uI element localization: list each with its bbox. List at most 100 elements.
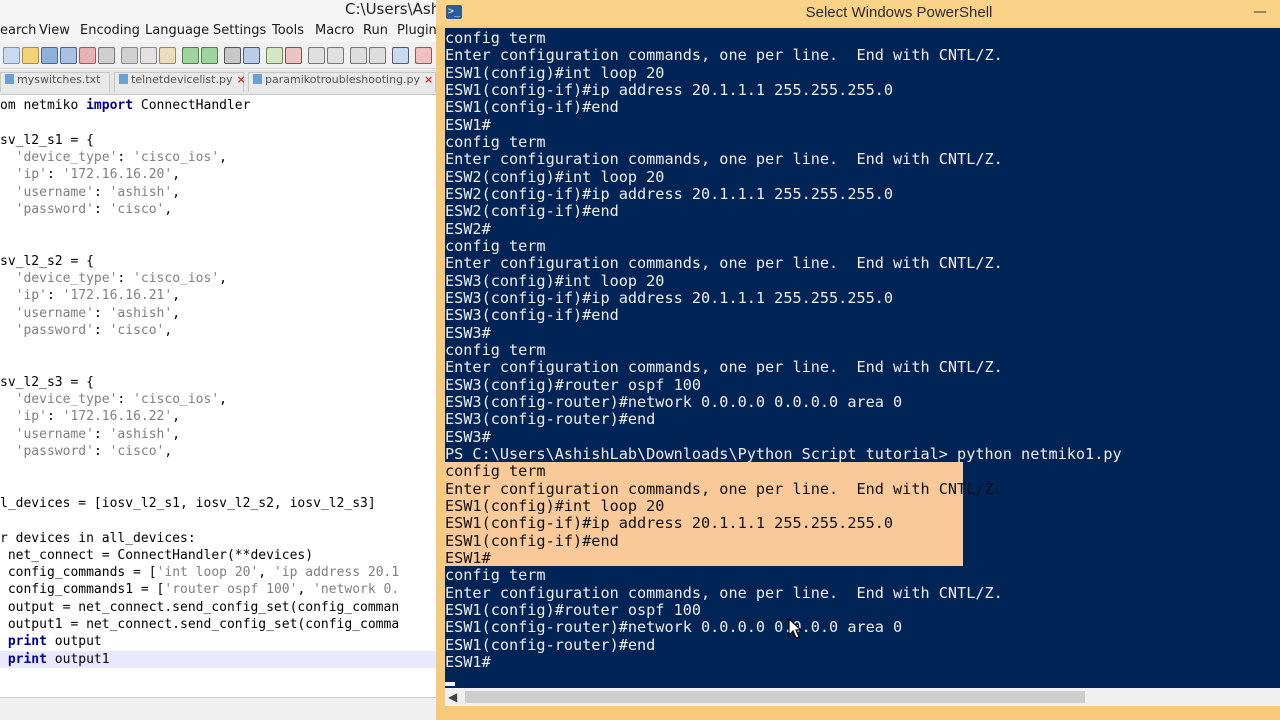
code-line: 'username': 'ashish', xyxy=(15,184,181,200)
tab-label: telnetdevicelist.py xyxy=(131,73,233,86)
powershell-console[interactable]: config term Enter configuration commands,… xyxy=(445,28,1280,688)
sync-scroll-icon[interactable] xyxy=(308,47,325,64)
menu-settings[interactable]: Settings xyxy=(213,23,266,38)
code-editor[interactable]: om netmiko import ConnectHandler sv_l2_s1… xyxy=(0,95,440,697)
file-icon xyxy=(119,74,128,84)
menu-plugins[interactable]: Plugins xyxy=(397,23,440,38)
horizontal-scrollbar[interactable]: ◀ xyxy=(445,688,1280,706)
new-file-icon[interactable] xyxy=(3,47,20,64)
console-line: PS C:\Users\AshishLab\Downloads\Python S… xyxy=(445,444,1122,463)
undo-icon[interactable] xyxy=(182,47,199,64)
console-line: ESW3(config)#int loop 20 xyxy=(445,271,665,290)
notepadpp-title: C:\Users\Ashish xyxy=(345,0,440,18)
indent-guide-icon[interactable] xyxy=(350,47,367,64)
tab-paramikotroubleshooting[interactable]: paramikotroubleshooting.py × xyxy=(248,72,436,92)
console-line: ESW2# xyxy=(445,219,491,238)
console-line: ESW1(config-if)#end xyxy=(445,98,619,117)
console-line: ESW1(config-router)#end xyxy=(445,635,656,654)
powershell-window[interactable]: >_ Select Windows PowerShell — config te… xyxy=(436,0,1280,720)
console-line: ESW3(config-router)#end xyxy=(445,410,656,429)
console-line: config term xyxy=(445,29,546,47)
tab-myswitches[interactable]: myswitches.txt xyxy=(0,72,110,92)
console-line: ESW2(config-if)#end xyxy=(445,202,619,221)
print-icon[interactable] xyxy=(98,47,115,64)
console-line: Enter configuration commands, one per li… xyxy=(445,254,1003,273)
console-line: ESW3# xyxy=(445,427,491,446)
scroll-left-icon[interactable]: ◀ xyxy=(448,690,457,704)
save-all-icon[interactable] xyxy=(60,47,77,64)
close-tab-icon[interactable]: × xyxy=(424,73,433,86)
show-all-chars-icon[interactable] xyxy=(369,47,386,64)
code-line: om netmiko import ConnectHandler xyxy=(0,98,251,113)
record-macro-icon[interactable] xyxy=(415,47,432,64)
menu-run[interactable]: Run xyxy=(363,23,388,38)
console-line: ESW1(config-if)#end xyxy=(445,531,619,550)
console-line: config term xyxy=(445,340,546,359)
notepadpp-statusbar xyxy=(0,697,440,720)
menu-tools[interactable]: Tools xyxy=(272,23,304,38)
code-line: 'password': 'cisco', xyxy=(15,444,173,459)
console-line: ESW2(config)#int loop 20 xyxy=(445,167,665,186)
console-line: Enter configuration commands, one per li… xyxy=(445,358,1003,377)
console-line: Enter configuration commands, one per li… xyxy=(445,46,1003,65)
code-line: 'device_type': 'cisco_ios', xyxy=(15,149,227,165)
console-line: ESW1(config)#router ospf 100 xyxy=(445,600,702,619)
console-line: ESW1# xyxy=(445,652,491,671)
notepadpp-window[interactable]: C:\Users\Ashish earch View Encoding Lang… xyxy=(0,0,440,720)
console-line: Enter configuration commands, one per li… xyxy=(445,479,1003,498)
code-line: 'username': 'ashish', xyxy=(15,305,181,321)
copy-icon[interactable] xyxy=(140,47,157,64)
code-line: print output xyxy=(7,634,102,650)
code-line: sv_l2_s3 = { xyxy=(0,374,94,390)
zoom-in-icon[interactable] xyxy=(266,47,283,64)
paste-icon[interactable] xyxy=(159,47,176,64)
console-line: config term xyxy=(445,236,546,255)
doc-map-icon[interactable] xyxy=(392,47,409,64)
minimize-button[interactable]: — xyxy=(1248,1,1272,23)
open-file-icon[interactable] xyxy=(22,47,39,64)
cut-icon[interactable] xyxy=(121,47,138,64)
find-icon[interactable] xyxy=(224,47,241,64)
code-line: 'username': 'ashish', xyxy=(15,426,181,442)
zoom-out-icon[interactable] xyxy=(285,47,302,64)
menu-view[interactable]: View xyxy=(39,23,70,38)
notepadpp-titlebar[interactable]: C:\Users\Ashish xyxy=(0,0,440,20)
console-line: ESW2(config-if)#ip address 20.1.1.1 255.… xyxy=(445,184,894,203)
save-icon[interactable] xyxy=(41,47,58,64)
word-wrap-icon[interactable] xyxy=(327,47,344,64)
replace-icon[interactable] xyxy=(243,47,260,64)
console-line: Enter configuration commands, one per li… xyxy=(445,583,1003,602)
console-line: ESW3(config-router)#network 0.0.0.0 0.0.… xyxy=(445,392,903,411)
tab-label: myswitches.txt xyxy=(17,73,101,86)
console-line: ESW1# xyxy=(445,115,491,134)
scrollbar-thumb[interactable] xyxy=(465,691,1085,703)
console-line: Enter configuration commands, one per li… xyxy=(445,150,1003,169)
code-line: 'ip': '172.16.16.21', xyxy=(15,288,181,304)
code-line: output = net_connect.send_config_set(con… xyxy=(0,599,400,615)
window-frame-bottom xyxy=(445,706,1280,720)
text-cursor xyxy=(445,682,455,686)
tab-telnetdevicelist[interactable]: telnetdevicelist.py × xyxy=(114,72,246,92)
menu-macro[interactable]: Macro xyxy=(315,23,354,38)
close-tab-icon[interactable]: × xyxy=(236,73,245,86)
code-line: sv_l2_s1 = { xyxy=(0,132,94,148)
redo-icon[interactable] xyxy=(201,47,218,64)
file-icon xyxy=(5,74,14,84)
menu-search[interactable]: earch xyxy=(0,23,36,38)
code-line: l_devices = [iosv_l2_s1, iosv_l2_s2, ios… xyxy=(0,495,376,511)
code-line: 'ip': '172.16.16.22', xyxy=(15,409,181,425)
window-title: Select Windows PowerShell xyxy=(805,4,993,21)
console-line: ESW3(config)#router ospf 100 xyxy=(445,375,702,394)
menu-language[interactable]: Language xyxy=(145,23,209,38)
notepadpp-tabbar: myswitches.txt telnetdevicelist.py × para… xyxy=(0,70,440,95)
tab-label: paramikotroubleshooting.py xyxy=(265,73,421,86)
code-line: 'device_type': 'cisco_ios', xyxy=(15,271,227,286)
console-line: ESW3(config-if)#ip address 20.1.1.1 255.… xyxy=(445,288,894,307)
console-line: ESW1# xyxy=(445,548,491,567)
file-icon xyxy=(253,74,262,84)
console-line: ESW3(config-if)#end xyxy=(445,306,619,325)
code-line: 'password': 'cisco', xyxy=(15,322,173,338)
close-file-icon[interactable] xyxy=(79,47,96,64)
powershell-titlebar[interactable]: >_ Select Windows PowerShell — xyxy=(436,0,1280,26)
menu-encoding[interactable]: Encoding xyxy=(80,23,140,38)
